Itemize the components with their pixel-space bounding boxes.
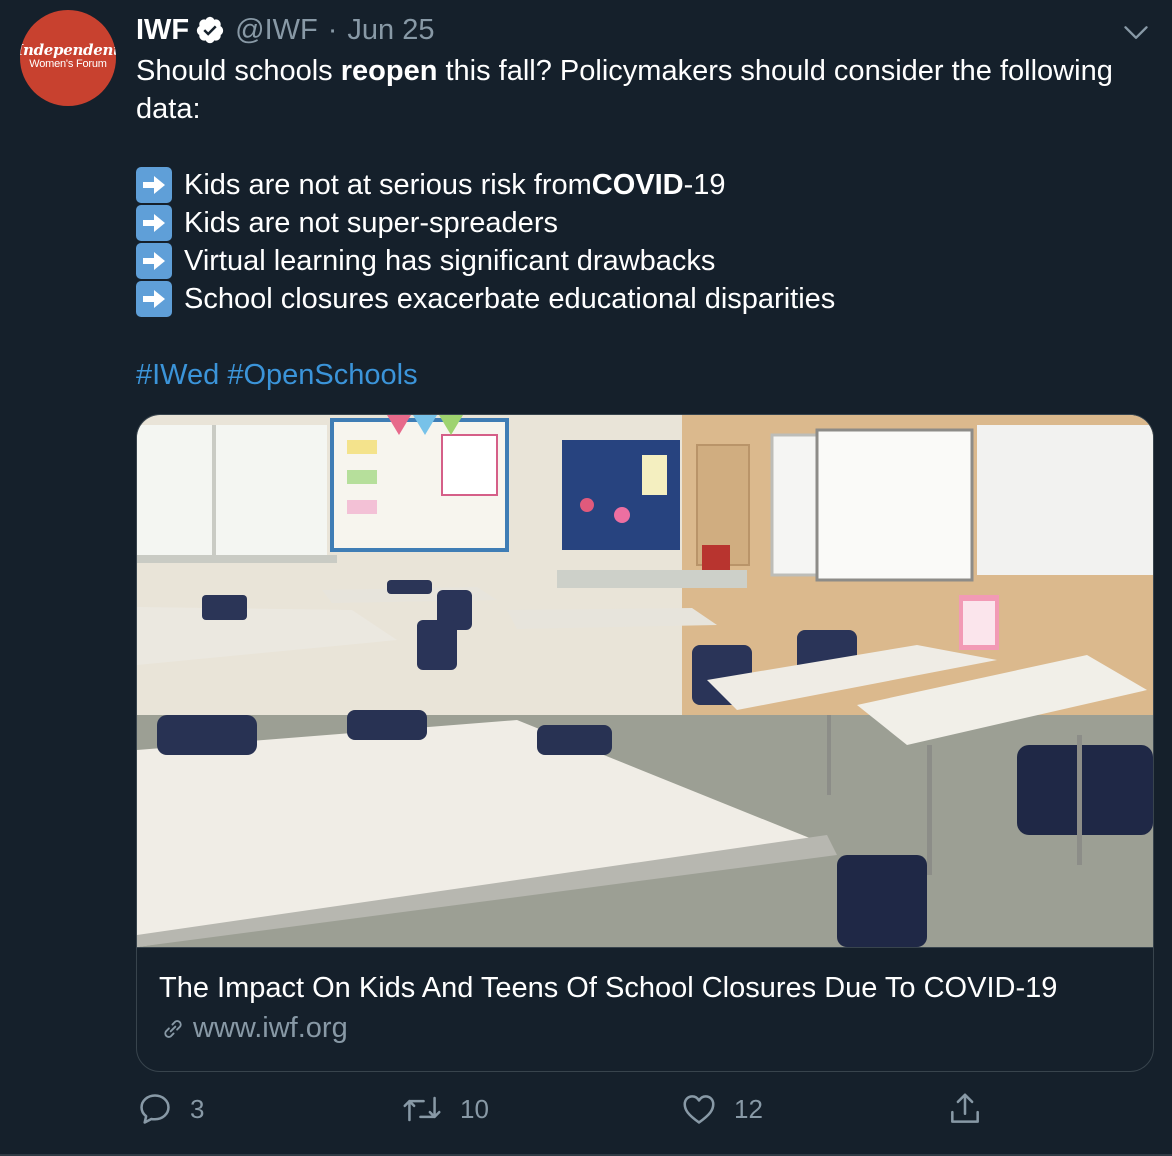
header-separator: · bbox=[327, 13, 338, 46]
card-domain-text: www.iwf.org bbox=[193, 1012, 348, 1044]
chevron-down-icon[interactable] bbox=[1122, 18, 1150, 46]
author-name[interactable]: IWF bbox=[136, 14, 189, 47]
right-arrow-emoji-icon bbox=[136, 281, 172, 317]
card-title[interactable]: The Impact On Kids And Teens Of School C… bbox=[159, 970, 1131, 1006]
bullet-item: Kids are not at serious risk from COVID -… bbox=[136, 166, 1136, 204]
hashtag-line: #IWed #OpenSchools bbox=[136, 356, 1136, 394]
tweet-actions: 3 10 12 bbox=[136, 1090, 1036, 1134]
tweet-intro: Should schools reopen this fall? Policym… bbox=[136, 55, 1113, 125]
card-domain[interactable]: www.iwf.org bbox=[159, 1012, 1131, 1045]
bullet-item: Kids are not super-spreaders bbox=[136, 204, 1136, 242]
tweet-text: Should schools reopen this fall? Policym… bbox=[136, 52, 1136, 394]
right-arrow-emoji-icon bbox=[136, 167, 172, 203]
classroom-photo bbox=[137, 415, 1153, 947]
hashtag-openschools[interactable]: #OpenSchools bbox=[227, 359, 417, 391]
retweet-button[interactable]: 10 bbox=[400, 1090, 489, 1128]
reply-count: 3 bbox=[190, 1093, 205, 1124]
right-arrow-emoji-icon bbox=[136, 205, 172, 241]
verified-badge-icon bbox=[195, 15, 225, 45]
share-button[interactable] bbox=[946, 1090, 1000, 1128]
bullet-item: School closures exacerbate educational d… bbox=[136, 280, 1136, 318]
tweet[interactable]: Independent Women's Forum IWF @IWF · Jun… bbox=[0, 0, 1172, 1156]
avatar-logo-bottom: Women's Forum bbox=[29, 57, 107, 70]
author-handle[interactable]: @IWF bbox=[235, 14, 318, 47]
heart-icon bbox=[683, 1095, 715, 1124]
bullet-item: Virtual learning has significant drawbac… bbox=[136, 242, 1136, 280]
like-button[interactable]: 12 bbox=[680, 1090, 763, 1128]
tweet-date[interactable]: Jun 25 bbox=[347, 14, 434, 47]
retweet-count: 10 bbox=[460, 1093, 489, 1124]
card-info[interactable]: The Impact On Kids And Teens Of School C… bbox=[137, 947, 1153, 1045]
share-icon bbox=[951, 1093, 979, 1123]
retweet-icon bbox=[403, 1096, 441, 1122]
avatar[interactable]: Independent Women's Forum bbox=[20, 10, 116, 106]
avatar-logo-top: Independent bbox=[20, 40, 116, 59]
tweet-header: IWF @IWF · Jun 25 bbox=[136, 12, 435, 48]
link-icon bbox=[164, 1019, 182, 1038]
reply-button[interactable]: 3 bbox=[136, 1090, 204, 1128]
right-arrow-emoji-icon bbox=[136, 243, 172, 279]
like-count: 12 bbox=[734, 1093, 763, 1124]
hashtag-iwed[interactable]: #IWed bbox=[136, 359, 219, 391]
reply-icon bbox=[140, 1094, 170, 1124]
link-card[interactable]: The Impact On Kids And Teens Of School C… bbox=[136, 414, 1154, 1072]
